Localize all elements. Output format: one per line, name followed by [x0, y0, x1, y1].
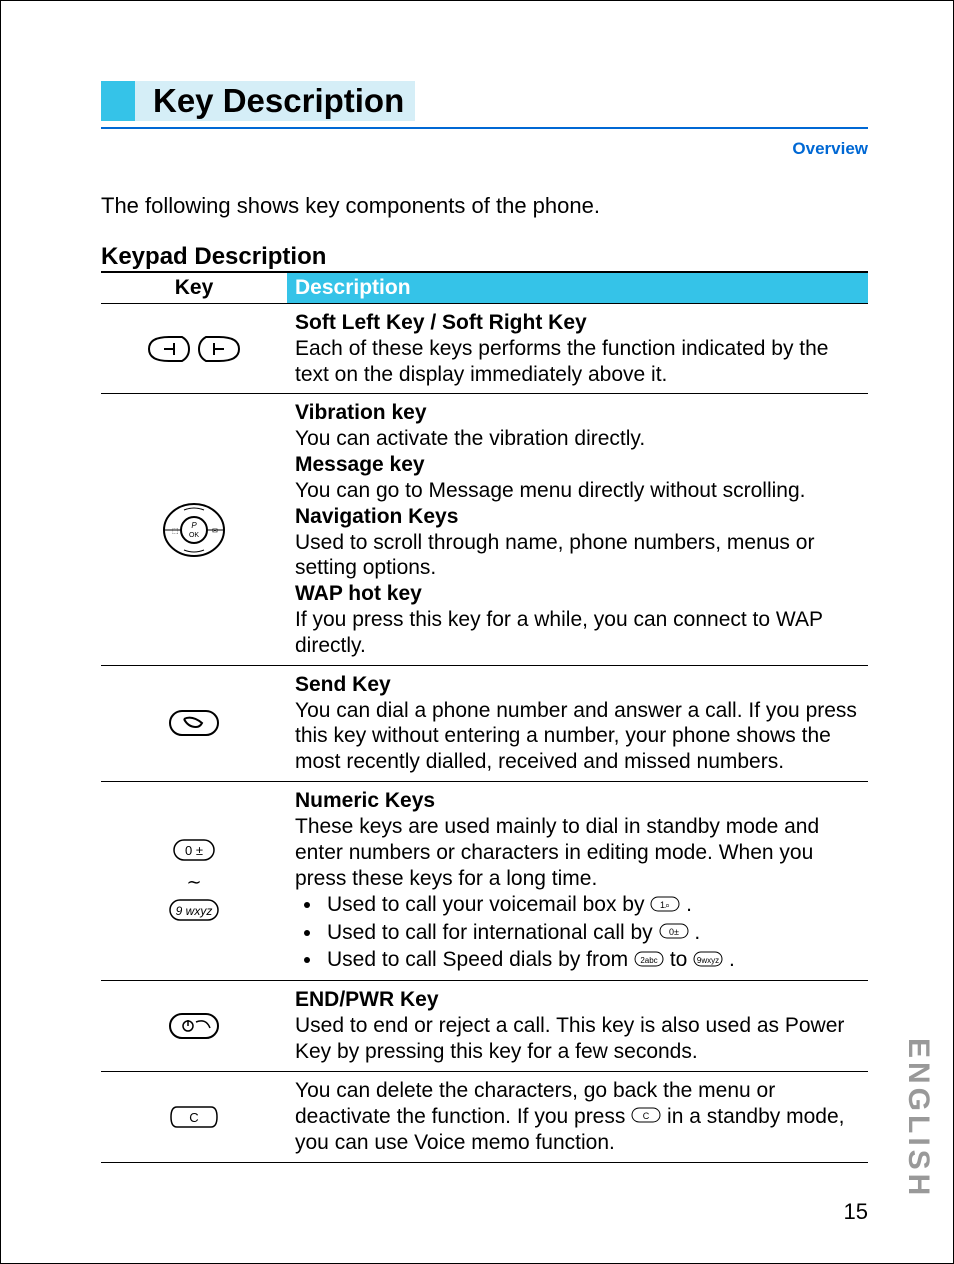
desc-navigation: Vibration key You can activate the vibra…	[287, 394, 868, 665]
body: Used to scroll through name, phone numbe…	[295, 531, 814, 580]
heading: Vibration key	[295, 401, 427, 424]
svg-text:0±: 0±	[669, 927, 679, 937]
svg-text:C: C	[189, 1110, 198, 1125]
heading: END/PWR Key	[295, 988, 439, 1011]
body: Used to end or reject a call. This key i…	[295, 1014, 844, 1063]
language-label: ENGLISH	[901, 1038, 935, 1199]
table-row: Send Key You can dial a phone number and…	[101, 665, 868, 781]
key-0-icon: 0±	[659, 920, 689, 946]
heading: Message key	[295, 453, 425, 476]
heading: WAP hot key	[295, 582, 422, 605]
desc-softkeys: Soft Left Key / Soft Right Key Each of t…	[287, 304, 868, 394]
key-numeric-icon: 0 ± ∼ 9 wxyz	[101, 782, 287, 981]
overview-label: Overview	[101, 139, 868, 159]
svg-text:2abc: 2abc	[640, 956, 657, 965]
body: If you press this key for a while, you c…	[295, 608, 823, 657]
svg-text:OK: OK	[189, 532, 199, 539]
key-end-icon	[101, 981, 287, 1071]
body: Each of these keys performs the function…	[295, 337, 828, 386]
svg-text:✉: ✉	[212, 528, 218, 535]
desc-send: Send Key You can dial a phone number and…	[287, 665, 868, 781]
key-softkeys-icon	[101, 304, 287, 394]
section-heading: Keypad Description	[101, 243, 868, 271]
table-row: END/PWR Key Used to end or reject a call…	[101, 981, 868, 1071]
bullet: Used to call for international call by 0…	[323, 920, 860, 946]
table-header-key: Key	[101, 272, 287, 304]
svg-text:1⌕: 1⌕	[660, 900, 670, 910]
table-row: 0 ± ∼ 9 wxyz Numeric Keys These keys are…	[101, 782, 868, 981]
page-title: Key Description	[153, 82, 404, 120]
intro-text: The following shows key components of th…	[101, 193, 868, 219]
key-clear-icon: C	[101, 1071, 287, 1162]
desc-numeric: Numeric Keys These keys are used mainly …	[287, 782, 868, 981]
table-header-desc: Description	[287, 272, 868, 304]
key-2-icon: 2abc	[634, 948, 664, 974]
svg-text:9 wxyz: 9 wxyz	[176, 904, 213, 918]
table-row: C You can delete the characters, go back…	[101, 1071, 868, 1162]
body: You can dial a phone number and answer a…	[295, 699, 857, 774]
svg-text:P: P	[191, 521, 197, 530]
heading: Navigation Keys	[295, 505, 458, 528]
desc-clear: You can delete the characters, go back t…	[287, 1071, 868, 1162]
page-number: 15	[844, 1199, 868, 1225]
svg-text:9wxyz: 9wxyz	[697, 956, 719, 965]
heading: Numeric Keys	[295, 789, 435, 812]
svg-text:∼: ∼	[186, 872, 201, 892]
desc-end: END/PWR Key Used to end or reject a call…	[287, 981, 868, 1071]
svg-text:0 ±: 0 ±	[185, 843, 203, 858]
body: You can go to Message menu directly with…	[295, 479, 806, 502]
body: You can activate the vibration directly.	[295, 427, 645, 450]
svg-text:⬚: ⬚	[172, 528, 179, 535]
title-bar: Key Description	[101, 81, 868, 121]
key-navigation-icon: P OK ⬚ ✉	[101, 394, 287, 665]
bullet: Used to call your voicemail box by 1⌕ .	[323, 892, 860, 918]
heading: Soft Left Key / Soft Right Key	[295, 311, 587, 334]
table-row: P OK ⬚ ✉ Vibration key You can activate …	[101, 394, 868, 665]
key-send-icon	[101, 665, 287, 781]
body: These keys are used mainly to dial in st…	[295, 815, 819, 890]
divider	[101, 127, 868, 129]
heading: Send Key	[295, 673, 391, 696]
key-9-icon: 9wxyz	[693, 948, 723, 974]
title-accent	[101, 81, 135, 121]
svg-text:C: C	[643, 1111, 650, 1121]
bullet: Used to call Speed dials by from 2abc to…	[323, 947, 860, 973]
key-c-inline-icon: C	[631, 1104, 661, 1130]
key-1-icon: 1⌕	[650, 893, 680, 919]
table-row: Soft Left Key / Soft Right Key Each of t…	[101, 304, 868, 394]
keypad-table: Key Description Soft Lef	[101, 271, 868, 1163]
